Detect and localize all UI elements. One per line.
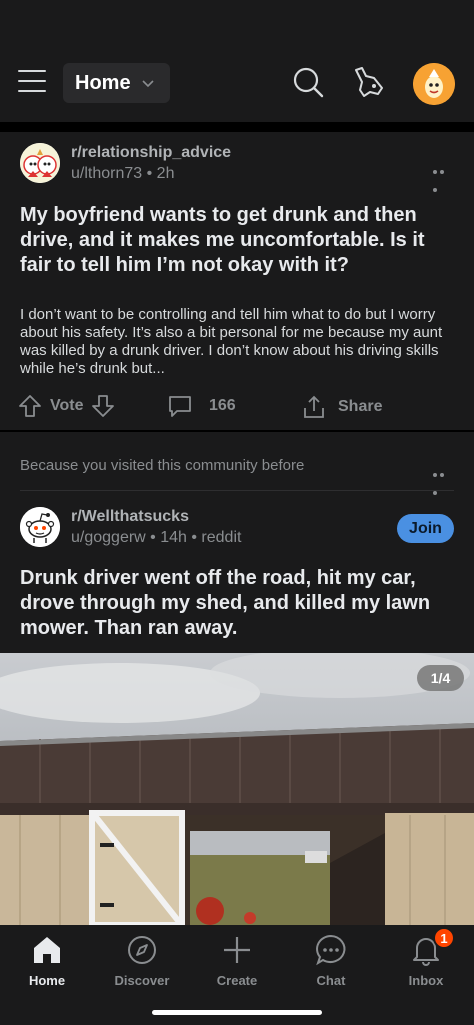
bottom-tab-bar: Home Discover Create Chat Inbox 1 bbox=[0, 925, 474, 1025]
user-avatar[interactable] bbox=[413, 63, 455, 105]
post-meta: u/goggerw • 14h • reddit bbox=[71, 529, 242, 546]
divider bbox=[20, 490, 454, 491]
share-button[interactable]: Share bbox=[302, 394, 382, 420]
downvote-icon[interactable] bbox=[91, 394, 115, 418]
tab-label: Home bbox=[28, 973, 66, 988]
post-body[interactable]: I don’t want to be controlling and tell … bbox=[20, 306, 460, 378]
tab-create[interactable]: Create bbox=[190, 925, 284, 995]
tab-inbox[interactable]: Inbox 1 bbox=[379, 925, 473, 995]
comment-icon bbox=[169, 396, 191, 417]
shed-photo bbox=[0, 653, 474, 925]
post-image[interactable]: 1/4 bbox=[0, 653, 474, 925]
recommendation-reason: Because you visited this community befor… bbox=[20, 457, 305, 474]
post-source: reddit bbox=[201, 529, 242, 546]
plus-icon bbox=[224, 937, 250, 963]
divider bbox=[0, 122, 474, 132]
author-name[interactable]: u/goggerw bbox=[71, 529, 146, 546]
home-indicator bbox=[152, 1010, 322, 1015]
image-counter: 1/4 bbox=[417, 665, 464, 691]
tab-label: Discover bbox=[114, 973, 170, 988]
share-label: Share bbox=[338, 398, 383, 415]
tab-label: Chat bbox=[316, 973, 346, 988]
home-icon bbox=[34, 937, 60, 963]
tab-discover[interactable]: Discover bbox=[95, 925, 189, 995]
vote-control: Vote bbox=[18, 394, 115, 418]
subreddit-avatar[interactable] bbox=[20, 143, 60, 183]
tab-label: Create bbox=[216, 973, 258, 988]
search-icon[interactable] bbox=[291, 64, 325, 100]
vote-label: Vote bbox=[50, 397, 84, 414]
tab-home[interactable]: Home bbox=[0, 925, 94, 995]
menu-icon[interactable] bbox=[18, 70, 46, 96]
snoo-icon bbox=[20, 507, 60, 547]
post-card[interactable]: Because you visited this community befor… bbox=[0, 432, 474, 925]
post-card[interactable]: r/relationship_advice u/lthorn73 • 2h My… bbox=[0, 132, 474, 430]
join-button[interactable]: Join bbox=[397, 514, 454, 543]
comment-count: 166 bbox=[209, 397, 236, 414]
chevron-down-icon bbox=[142, 80, 154, 88]
feed-selector-label: Home bbox=[75, 71, 131, 94]
relationship-advice-icon bbox=[20, 143, 60, 183]
share-icon bbox=[304, 395, 324, 418]
subreddit-name[interactable]: r/Wellthatsucks bbox=[71, 508, 189, 526]
post-age: 14h bbox=[160, 529, 187, 546]
post-meta: u/lthorn73 • 2h bbox=[71, 165, 175, 182]
author-name[interactable]: u/lthorn73 bbox=[71, 165, 142, 182]
upvote-icon[interactable] bbox=[18, 394, 42, 418]
tab-label: Inbox bbox=[408, 973, 444, 988]
more-options-icon[interactable] bbox=[433, 161, 453, 192]
feed-selector[interactable]: Home bbox=[63, 63, 170, 103]
popular-icon[interactable] bbox=[352, 64, 386, 100]
tab-chat[interactable]: Chat bbox=[284, 925, 378, 995]
more-options-icon[interactable] bbox=[433, 464, 453, 495]
post-age: 2h bbox=[156, 165, 175, 182]
subreddit-name[interactable]: r/relationship_advice bbox=[71, 144, 231, 162]
notification-badge: 1 bbox=[433, 927, 455, 949]
compass-icon bbox=[128, 936, 156, 964]
top-bar: Home bbox=[0, 0, 474, 122]
comments-button[interactable]: 166 bbox=[167, 394, 236, 418]
subreddit-avatar[interactable] bbox=[20, 507, 60, 547]
avatar-icon bbox=[413, 63, 455, 105]
chat-icon bbox=[316, 934, 346, 966]
post-title[interactable]: My boyfriend wants to get drunk and then… bbox=[20, 203, 460, 278]
post-title[interactable]: Drunk driver went off the road, hit my c… bbox=[20, 566, 460, 641]
